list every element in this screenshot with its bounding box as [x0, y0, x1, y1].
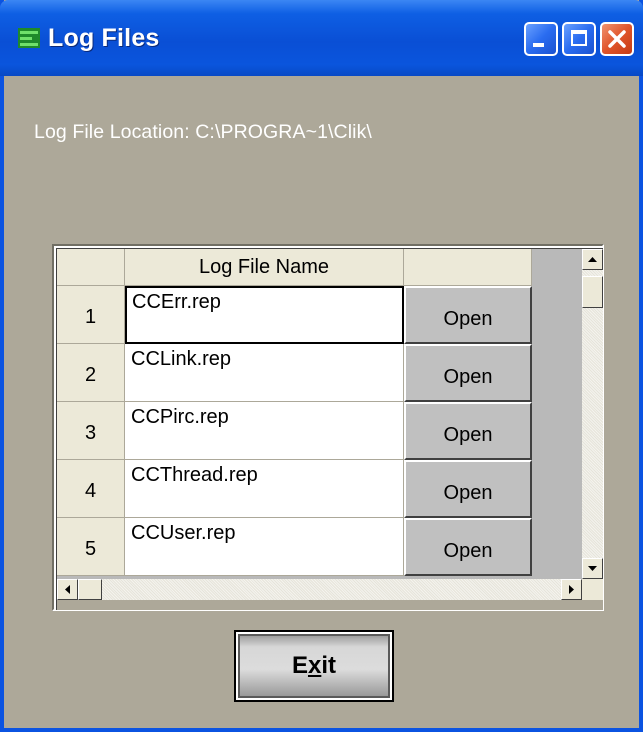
arrow-left-icon [65, 585, 70, 594]
app-icon [18, 28, 40, 48]
vertical-scroll-thumb[interactable] [582, 276, 603, 308]
maximize-button[interactable] [562, 22, 596, 56]
row-header[interactable]: 5 [57, 518, 125, 576]
open-button[interactable]: Open [404, 286, 532, 344]
column-header-action[interactable] [404, 249, 532, 286]
minimize-icon [533, 43, 544, 47]
vertical-scrollbar[interactable] [582, 249, 603, 579]
close-button[interactable] [600, 22, 634, 56]
row-header[interactable]: 3 [57, 402, 125, 460]
row-header[interactable]: 1 [57, 286, 125, 344]
row-header[interactable]: 2 [57, 344, 125, 402]
maximize-icon [571, 30, 587, 46]
column-header-name[interactable]: Log File Name [125, 249, 404, 286]
scrollbar-corner [582, 579, 603, 600]
log-file-name-cell[interactable]: CCUser.rep [125, 518, 404, 576]
arrow-down-icon [588, 566, 597, 571]
open-button[interactable]: Open [404, 344, 532, 402]
open-button[interactable]: Open [404, 460, 532, 518]
log-file-name-cell[interactable]: CCPirc.rep [125, 402, 404, 460]
corner-header [57, 249, 125, 286]
log-files-window: Log Files Log File Location: C:\PROGRA~1… [0, 0, 643, 732]
horizontal-scroll-thumb[interactable] [78, 579, 102, 600]
close-icon [608, 30, 626, 48]
horizontal-scrollbar[interactable] [57, 579, 582, 600]
grid-cells: Log File Name 1 CCErr.rep Open 2 CCLink.… [57, 249, 582, 579]
open-button[interactable]: Open [404, 518, 532, 576]
scroll-left-button[interactable] [57, 579, 78, 600]
log-files-grid: Log File Name 1 CCErr.rep Open 2 CCLink.… [52, 244, 604, 611]
arrow-up-icon [588, 257, 597, 262]
title-bar[interactable]: Log Files [0, 0, 643, 76]
open-button[interactable]: Open [404, 402, 532, 460]
scroll-right-button[interactable] [561, 579, 582, 600]
log-file-name-cell[interactable]: CCLink.rep [125, 344, 404, 402]
scroll-down-button[interactable] [582, 558, 603, 579]
window-title: Log Files [48, 24, 160, 52]
minimize-button[interactable] [524, 22, 558, 56]
arrow-right-icon [569, 585, 574, 594]
row-header[interactable]: 4 [57, 460, 125, 518]
log-file-name-cell[interactable]: CCErr.rep [125, 286, 404, 344]
scroll-up-button[interactable] [582, 249, 603, 270]
log-file-name-cell[interactable]: CCThread.rep [125, 460, 404, 518]
exit-button-label: Exit [291, 652, 337, 679]
exit-button[interactable]: Exit [234, 630, 394, 702]
log-file-location-label: Log File Location: C:\PROGRA~1\Clik\ [34, 121, 372, 143]
